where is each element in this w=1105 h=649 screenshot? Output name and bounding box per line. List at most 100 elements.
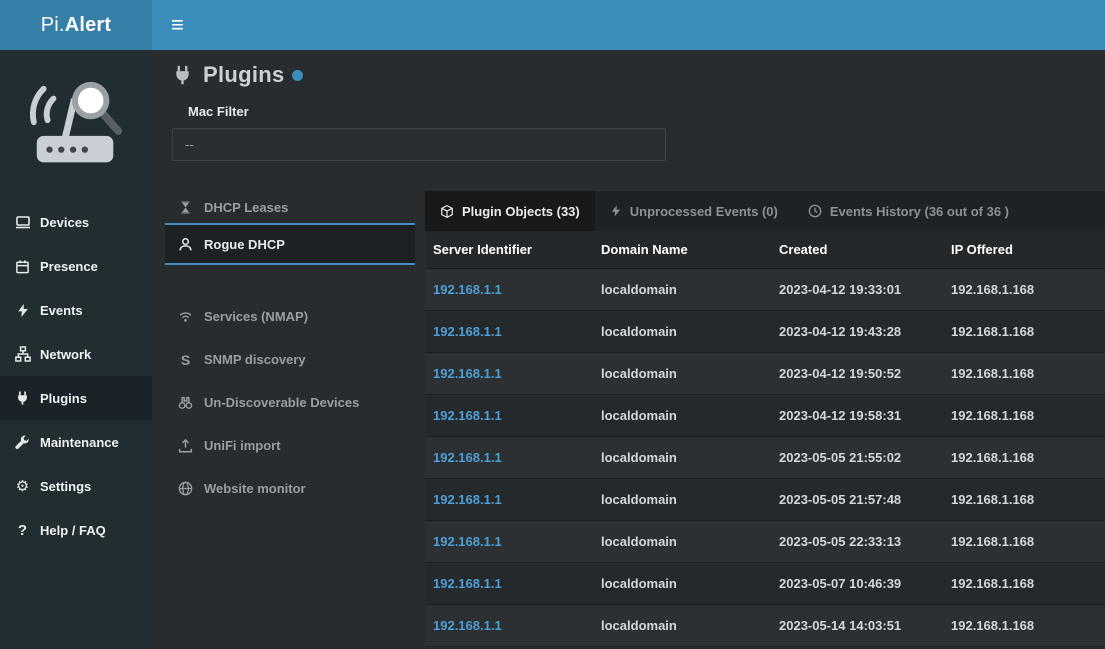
sidebar-item-plugins[interactable]: Plugins bbox=[0, 376, 152, 420]
plugin-nav-item-unifi-import[interactable]: UniFi import bbox=[165, 424, 415, 467]
table-row: 192.168.1.1 localdomain 2023-04-12 19:33… bbox=[425, 269, 1105, 311]
ip-offered-cell: 192.168.1.168 bbox=[943, 282, 1105, 297]
maintenance-icon bbox=[14, 435, 31, 450]
tab-events-history[interactable]: Events History (36 out of 36 ) bbox=[793, 191, 1024, 231]
sidebar-item-label: Settings bbox=[40, 479, 91, 494]
column-header-server-identifier: Server Identifier bbox=[425, 242, 593, 257]
sidebar: Devices Presence Events bbox=[0, 50, 152, 649]
clock-icon bbox=[808, 204, 822, 218]
domain-name-cell: localdomain bbox=[593, 408, 771, 423]
plugin-nav-item-dhcp-leases[interactable]: DHCP Leases bbox=[165, 191, 415, 225]
main-content: Plugins Mac Filter -- DHCP Leases bbox=[152, 50, 1105, 649]
tab-label: Plugin Objects (33) bbox=[462, 204, 580, 219]
brand-prefix: Pi. bbox=[41, 14, 65, 37]
sidebar-item-label: Presence bbox=[40, 259, 98, 274]
network-icon bbox=[14, 346, 31, 362]
ip-offered-cell: 192.168.1.168 bbox=[943, 576, 1105, 591]
sidebar-toggle-icon[interactable]: ≡ bbox=[171, 14, 184, 36]
server-identifier-link[interactable]: 192.168.1.1 bbox=[425, 450, 593, 465]
plugin-nav-label: Rogue DHCP bbox=[204, 237, 285, 252]
plugin-nav-label: Services (NMAP) bbox=[204, 309, 308, 324]
sidebar-item-label: Network bbox=[40, 347, 91, 362]
table-header-row: Server Identifier Domain Name Created IP… bbox=[425, 231, 1105, 269]
table-row: 192.168.1.1 localdomain 2023-04-12 19:58… bbox=[425, 395, 1105, 437]
brand-bold: Alert bbox=[65, 14, 112, 37]
ip-offered-cell: 192.168.1.168 bbox=[943, 324, 1105, 339]
devices-icon bbox=[14, 214, 31, 230]
domain-name-cell: localdomain bbox=[593, 492, 771, 507]
column-header-created: Created bbox=[771, 242, 943, 257]
plugin-nav-label: UniFi import bbox=[204, 438, 281, 453]
ip-offered-cell: 192.168.1.168 bbox=[943, 618, 1105, 633]
plugin-nav: DHCP Leases Rogue DHCP Services (NMAP) bbox=[165, 191, 415, 510]
sidebar-item-presence[interactable]: Presence bbox=[0, 244, 152, 288]
server-identifier-link[interactable]: 192.168.1.1 bbox=[425, 576, 593, 591]
server-identifier-link[interactable]: 192.168.1.1 bbox=[425, 618, 593, 633]
plugins-page-icon bbox=[172, 64, 193, 86]
cube-icon bbox=[440, 204, 454, 219]
topbar-main: ≡ bbox=[152, 0, 1105, 50]
mac-filter-label: Mac Filter bbox=[188, 104, 1105, 119]
server-identifier-link[interactable]: 192.168.1.1 bbox=[425, 408, 593, 423]
server-identifier-link[interactable]: 192.168.1.1 bbox=[425, 492, 593, 507]
brand-logo[interactable]: Pi.Alert bbox=[0, 0, 152, 50]
tab-label: Unprocessed Events (0) bbox=[630, 204, 778, 219]
sidebar-item-help[interactable]: ? Help / FAQ bbox=[0, 508, 152, 552]
user-icon bbox=[177, 237, 194, 252]
table-row: 192.168.1.1 localdomain 2023-04-12 19:50… bbox=[425, 353, 1105, 395]
settings-gear-icon: ⚙ bbox=[14, 479, 31, 494]
table-row: 192.168.1.1 localdomain 2023-05-05 21:57… bbox=[425, 479, 1105, 521]
sidebar-item-label: Plugins bbox=[40, 391, 87, 406]
plugin-nav-item-services-nmap[interactable]: Services (NMAP) bbox=[165, 295, 415, 338]
server-identifier-link[interactable]: 192.168.1.1 bbox=[425, 366, 593, 381]
created-cell: 2023-04-12 19:50:52 bbox=[771, 366, 943, 381]
pialert-app: Pi.Alert ≡ bbox=[0, 0, 1105, 649]
column-header-domain-name: Domain Name bbox=[593, 242, 771, 257]
tab-unprocessed-events[interactable]: Unprocessed Events (0) bbox=[595, 191, 793, 231]
plugin-nav-item-website-monitor[interactable]: Website monitor bbox=[165, 467, 415, 510]
mac-filter-input[interactable]: -- bbox=[172, 128, 666, 161]
info-badge[interactable] bbox=[292, 70, 303, 81]
domain-name-cell: localdomain bbox=[593, 366, 771, 381]
domain-name-cell: localdomain bbox=[593, 450, 771, 465]
sidebar-item-events[interactable]: Events bbox=[0, 288, 152, 332]
column-header-ip-offered: IP Offered bbox=[943, 242, 1105, 257]
page-title: Plugins bbox=[203, 62, 285, 88]
domain-name-cell: localdomain bbox=[593, 576, 771, 591]
sidebar-item-devices[interactable]: Devices bbox=[0, 200, 152, 244]
table-row: 192.168.1.1 localdomain 2023-05-14 14:03… bbox=[425, 605, 1105, 647]
ip-offered-cell: 192.168.1.168 bbox=[943, 534, 1105, 549]
tab-label: Events History (36 out of 36 ) bbox=[830, 204, 1009, 219]
sidebar-item-label: Maintenance bbox=[40, 435, 119, 450]
mac-filter-block: Mac Filter -- bbox=[152, 88, 1105, 161]
sidebar-item-settings[interactable]: ⚙ Help / FAQ Settings bbox=[0, 464, 152, 508]
sidebar-item-maintenance[interactable]: Maintenance bbox=[0, 420, 152, 464]
upload-icon bbox=[177, 438, 194, 453]
server-identifier-link[interactable]: 192.168.1.1 bbox=[425, 534, 593, 549]
ip-offered-cell: 192.168.1.168 bbox=[943, 492, 1105, 507]
server-identifier-link[interactable]: 192.168.1.1 bbox=[425, 324, 593, 339]
table-row: 192.168.1.1 localdomain 2023-04-12 19:43… bbox=[425, 311, 1105, 353]
binoculars-icon bbox=[177, 395, 194, 410]
plugins-icon bbox=[14, 390, 31, 406]
domain-name-cell: localdomain bbox=[593, 324, 771, 339]
plugin-nav-label: Website monitor bbox=[204, 481, 306, 496]
tab-plugin-objects[interactable]: Plugin Objects (33) bbox=[425, 191, 595, 231]
bolt-icon bbox=[610, 204, 622, 218]
sidebar-item-network[interactable]: Network bbox=[0, 332, 152, 376]
plugin-nav-item-rogue-dhcp[interactable]: Rogue DHCP bbox=[165, 225, 415, 265]
created-cell: 2023-04-12 19:43:28 bbox=[771, 324, 943, 339]
plugin-nav-item-snmp-discovery[interactable]: S SNMP discovery bbox=[165, 338, 415, 381]
plugin-nav-item-undiscoverable-devices[interactable]: Un-Discoverable Devices bbox=[165, 381, 415, 424]
events-icon bbox=[14, 303, 31, 318]
globe-icon bbox=[177, 481, 194, 496]
ip-offered-cell: 192.168.1.168 bbox=[943, 408, 1105, 423]
created-cell: 2023-04-12 19:58:31 bbox=[771, 408, 943, 423]
page-header: Plugins bbox=[152, 50, 1105, 88]
table-row: 192.168.1.1 localdomain 2023-05-07 10:46… bbox=[425, 563, 1105, 605]
signal-icon bbox=[177, 310, 194, 324]
created-cell: 2023-05-05 21:57:48 bbox=[771, 492, 943, 507]
table-row: 192.168.1.1 localdomain 2023-05-05 22:33… bbox=[425, 521, 1105, 563]
server-identifier-link[interactable]: 192.168.1.1 bbox=[425, 282, 593, 297]
plugin-nav-label: SNMP discovery bbox=[204, 352, 306, 367]
